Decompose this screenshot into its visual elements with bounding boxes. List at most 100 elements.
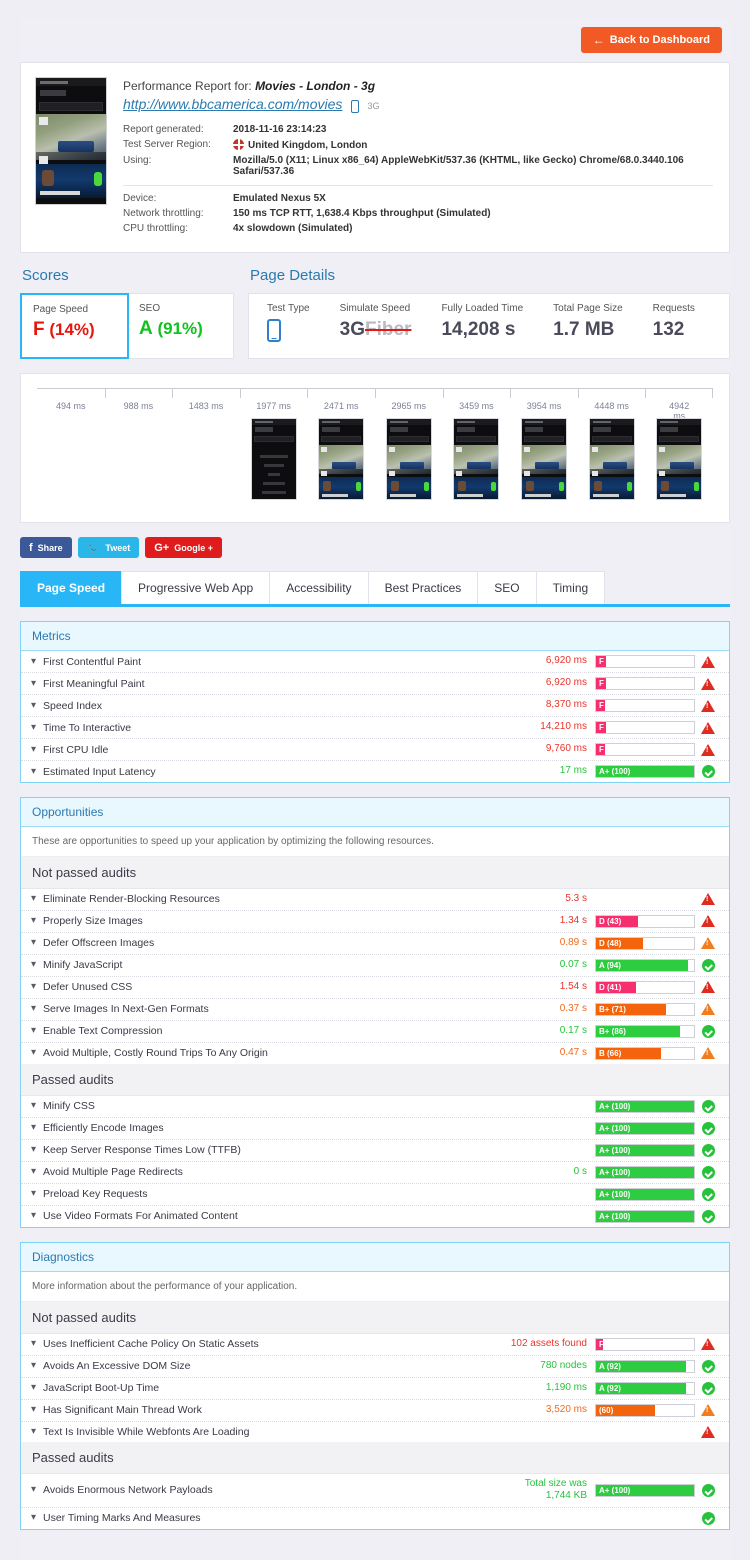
audit-row[interactable]: ▾ First Contentful Paint 6,920 ms F (10) bbox=[21, 651, 729, 673]
meta-value: 2018-11-16 23:14:23 bbox=[233, 124, 327, 135]
tab-best-practices[interactable]: Best Practices bbox=[367, 571, 479, 604]
chevron-down-icon[interactable]: ▾ bbox=[31, 894, 43, 904]
chevron-down-icon[interactable]: ▾ bbox=[31, 1167, 43, 1177]
audit-row[interactable]: ▾ Enable Text Compression 0.17 s B+ (86) bbox=[21, 1021, 729, 1043]
chevron-down-icon[interactable]: ▾ bbox=[31, 678, 43, 689]
score-bar-label: (60) bbox=[599, 1405, 614, 1415]
back-to-dashboard-label: Back to Dashboard bbox=[609, 34, 710, 46]
chevron-down-icon[interactable]: ▾ bbox=[31, 1211, 43, 1221]
audit-row[interactable]: ▾ Avoids An Excessive DOM Size 780 nodes A … bbox=[21, 1356, 729, 1378]
chevron-down-icon[interactable]: ▾ bbox=[31, 1004, 43, 1014]
audit-value: 0 s bbox=[573, 1165, 587, 1177]
chevron-down-icon[interactable]: ▾ bbox=[31, 1101, 43, 1111]
audit-row[interactable]: ▾ User Timing Marks And Measures bbox=[21, 1508, 729, 1529]
report-page: ← Back to Dashboard Performance Report f… bbox=[0, 18, 750, 1560]
chevron-down-icon[interactable]: ▾ bbox=[31, 916, 43, 926]
audit-name: Eliminate Render-Blocking Resources bbox=[43, 893, 220, 906]
audit-row[interactable]: ▾ Estimated Input Latency 17 ms A+ (100) bbox=[21, 761, 729, 782]
filmstrip-frame[interactable] bbox=[588, 418, 635, 500]
score-percent: (91%) bbox=[157, 319, 203, 338]
audit-name: JavaScript Boot-Up Time bbox=[43, 1382, 160, 1394]
share-twitter-button[interactable]: 🐦 Tweet bbox=[77, 537, 140, 558]
chevron-down-icon[interactable]: ▾ bbox=[31, 766, 43, 777]
chevron-down-icon[interactable]: ▾ bbox=[31, 1361, 43, 1371]
audit-row[interactable]: ▾ Keep Server Response Times Low (TTFB) A+… bbox=[21, 1140, 729, 1162]
back-to-dashboard-button[interactable]: ← Back to Dashboard bbox=[580, 27, 722, 53]
tab-accessibility[interactable]: Accessibility bbox=[269, 571, 369, 604]
audit-row[interactable]: ▾ Text Is Invisible While Webfonts Are Lo… bbox=[21, 1422, 729, 1442]
chevron-down-icon[interactable]: ▾ bbox=[31, 1426, 43, 1437]
audit-row[interactable]: ▾ JavaScript Boot-Up Time 1,190 ms A (92) bbox=[21, 1378, 729, 1400]
filmstrip-frame[interactable] bbox=[385, 418, 432, 500]
audit-row[interactable]: ▾ Uses Inefficient Cache Policy On Static… bbox=[21, 1334, 729, 1356]
filmstrip-frame[interactable] bbox=[250, 418, 297, 500]
chevron-down-icon[interactable]: ▾ bbox=[31, 938, 43, 948]
chevron-down-icon[interactable]: ▾ bbox=[31, 1026, 43, 1036]
tab-page-speed[interactable]: Page Speed bbox=[20, 571, 123, 604]
audit-row[interactable]: ▾ Avoid Multiple Page Redirects 0 s A+ (100… bbox=[21, 1162, 729, 1184]
tested-url-link[interactable]: http://www.bbcamerica.com/movies bbox=[123, 96, 342, 112]
chevron-down-icon[interactable]: ▾ bbox=[31, 722, 43, 733]
audit-row[interactable]: ▾ Eliminate Render-Blocking Resources 5.3 … bbox=[21, 889, 729, 911]
audit-row[interactable]: ▾ Time To Interactive 14,210 ms F (10) bbox=[21, 717, 729, 739]
tab-progressive-web-app[interactable]: Progressive Web App bbox=[121, 571, 271, 604]
chevron-down-icon[interactable]: ▾ bbox=[31, 1405, 43, 1415]
tab-timing[interactable]: Timing bbox=[535, 571, 606, 604]
filmstrip-frame[interactable] bbox=[453, 418, 500, 500]
meta-row: Report generated: 2018-11-16 23:14:23 bbox=[123, 122, 713, 137]
audit-row[interactable]: ▾ First Meaningful Paint 6,920 ms F (10) bbox=[21, 673, 729, 695]
audit-name: Avoids An Excessive DOM Size bbox=[43, 1360, 191, 1372]
chevron-down-icon[interactable]: ▾ bbox=[31, 1123, 43, 1133]
chevron-down-icon[interactable]: ▾ bbox=[31, 1383, 43, 1393]
audit-row[interactable]: ▾ Minify CSS A+ (100) bbox=[21, 1096, 729, 1118]
chevron-down-icon[interactable]: ▾ bbox=[31, 960, 43, 970]
share-facebook-button[interactable]: f Share bbox=[20, 537, 72, 558]
axis-tick-label: 1977 ms bbox=[256, 401, 291, 411]
pass-check-icon bbox=[701, 958, 715, 972]
detail-value: 14,208 s bbox=[441, 319, 516, 340]
score-card-seo[interactable]: SEO A (91%) bbox=[128, 294, 233, 358]
audit-value: 3,520 ms bbox=[545, 1403, 587, 1415]
audit-row[interactable]: ▾ Speed Index 8,370 ms F (9) bbox=[21, 695, 729, 717]
audit-name: Defer Offscreen Images bbox=[43, 937, 155, 949]
score-bar: A+ (100) bbox=[595, 1187, 695, 1201]
audit-row[interactable]: ▾ Preload Key Requests A+ (100) bbox=[21, 1184, 729, 1206]
audit-value: 1.34 s bbox=[559, 914, 587, 926]
filmstrip-frame[interactable] bbox=[521, 418, 567, 500]
filmstrip-frame[interactable] bbox=[656, 418, 703, 500]
audit-status-icon bbox=[695, 1381, 721, 1395]
audit-row[interactable]: ▾ Avoid Multiple, Costly Round Trips To A… bbox=[21, 1043, 729, 1064]
filmstrip-frame[interactable] bbox=[318, 418, 365, 500]
score-bar-label: A+ (100) bbox=[599, 767, 631, 776]
audit-row[interactable]: ▾ First CPU Idle 9,760 ms F (9) bbox=[21, 739, 729, 761]
tab-seo[interactable]: SEO bbox=[477, 571, 537, 604]
chevron-down-icon[interactable]: ▾ bbox=[31, 1513, 43, 1523]
share-google-plus-button[interactable]: G+ Google + bbox=[145, 537, 222, 558]
chevron-down-icon[interactable]: ▾ bbox=[31, 656, 43, 667]
audit-status-icon bbox=[695, 1425, 721, 1438]
chevron-down-icon[interactable]: ▾ bbox=[31, 1048, 43, 1058]
chevron-down-icon[interactable]: ▾ bbox=[31, 1189, 43, 1199]
chevron-down-icon[interactable]: ▾ bbox=[31, 744, 43, 755]
score-card-page-speed[interactable]: Page Speed F (14%) bbox=[20, 293, 129, 359]
audit-status-icon bbox=[695, 958, 721, 972]
left-arrow-icon: ← bbox=[592, 33, 605, 47]
audit-row[interactable]: ▾ Efficiently Encode Images A+ (100) bbox=[21, 1118, 729, 1140]
panel-metrics: Metrics ▾ First Contentful Paint 6,920 ms F … bbox=[20, 621, 730, 783]
audit-row[interactable]: ▾ Avoids Enormous Network Payloads Total s… bbox=[21, 1474, 729, 1508]
audit-row[interactable]: ▾ Defer Offscreen Images 0.89 s D (48) bbox=[21, 933, 729, 955]
chevron-down-icon[interactable]: ▾ bbox=[31, 1339, 43, 1349]
score-bar: D (41) bbox=[595, 980, 695, 994]
meta-row: CPU throttling: 4x slowdown (Simulated) bbox=[123, 221, 491, 236]
audit-row[interactable]: ▾ Properly Size Images 1.34 s D (43) bbox=[21, 911, 729, 933]
chevron-down-icon[interactable]: ▾ bbox=[31, 982, 43, 992]
page-details-heading: Page Details bbox=[250, 267, 336, 284]
audit-row[interactable]: ▾ Minify JavaScript 0.07 s A (94) bbox=[21, 955, 729, 977]
audit-name: Use Video Formats For Animated Content bbox=[43, 1210, 238, 1222]
chevron-down-icon[interactable]: ▾ bbox=[31, 1145, 43, 1155]
audit-row[interactable]: ▾ Serve Images In Next-Gen Formats 0.37 s B… bbox=[21, 999, 729, 1021]
audit-row[interactable]: ▾ Has Significant Main Thread Work 3,520 m… bbox=[21, 1400, 729, 1422]
audit-row[interactable]: ▾ Use Video Formats For Animated Content A… bbox=[21, 1206, 729, 1227]
chevron-down-icon[interactable]: ▾ bbox=[31, 700, 43, 711]
audit-row[interactable]: ▾ Defer Unused CSS 1.54 s D (41) bbox=[21, 977, 729, 999]
